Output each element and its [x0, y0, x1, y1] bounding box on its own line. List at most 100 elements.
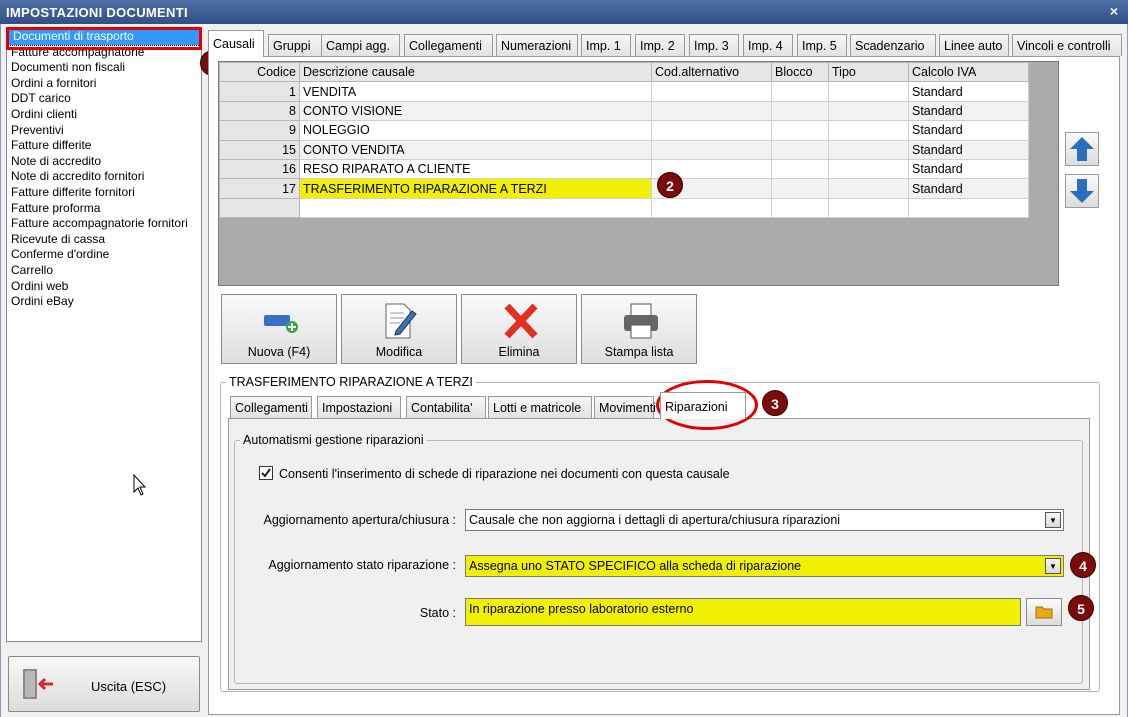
highlight-box-1 [6, 27, 202, 50]
tab-imp-4[interactable]: Imp. 4 [743, 34, 793, 56]
doc-type-item[interactable]: Fatture proforma [7, 201, 201, 217]
delete-button-label: Elimina [498, 345, 540, 359]
column-header[interactable]: Blocco [771, 61, 829, 83]
table-cell-iva: Standard [908, 120, 1029, 141]
chevron-down-icon[interactable]: ▼ [1045, 558, 1061, 574]
delete-x-icon [504, 303, 538, 339]
subtab-collegamenti[interactable]: Collegamenti [230, 396, 312, 418]
doc-type-item[interactable]: Note di accredito fornitori [7, 169, 201, 185]
arrow-up-icon [1070, 137, 1094, 161]
apertura-select[interactable]: Causale che non aggiorna i dettagli di a… [465, 509, 1064, 531]
allow-repair-cards-checkbox[interactable] [259, 466, 273, 480]
column-header[interactable]: Calcolo IVA [908, 61, 1029, 83]
tab-gruppi[interactable]: Gruppi [268, 34, 326, 56]
subtab-riparazioni[interactable]: Riparazioni [660, 392, 746, 419]
table-cell-blocco [771, 120, 829, 141]
doc-type-item[interactable]: Conferme d'ordine [7, 247, 201, 263]
chevron-down-icon[interactable]: ▼ [1045, 512, 1061, 528]
tab-causali[interactable]: Causali [208, 30, 264, 57]
doc-type-item[interactable]: Fatture differite [7, 138, 201, 154]
exit-button-label: Uscita (ESC) [91, 679, 167, 694]
tab-imp-5[interactable]: Imp. 5 [797, 34, 847, 56]
callout-5: 5 [1068, 595, 1094, 621]
table-cell-tipo [828, 100, 909, 122]
doc-type-item[interactable]: Ordini web [7, 279, 201, 295]
doc-type-item[interactable]: Fatture differite fornitori [7, 185, 201, 201]
column-header[interactable]: Tipo [828, 61, 909, 83]
table-row[interactable]: 1 VENDITA Standard [219, 81, 1029, 102]
doc-type-item[interactable]: Fatture accompagnatorie fornitori [7, 216, 201, 232]
table-cell-empty [771, 197, 829, 219]
tab-campi-agg[interactable]: Campi agg. [321, 34, 400, 56]
table-row[interactable]: 17 TRASFERIMENTO RIPARAZIONE A TERZI Stand… [219, 178, 1029, 199]
document-type-list[interactable]: Documenti di trasporto Fatture accompagna… [6, 27, 202, 642]
table-cell-codice: 15 [219, 139, 300, 160]
tab-scadenzario[interactable]: Scadenzario [850, 34, 936, 56]
table-cell-tipo [828, 158, 909, 180]
table-row[interactable]: 9 NOLEGGIO Standard [219, 120, 1029, 141]
causali-grid[interactable]: Codice Descrizione causale Cod.alternativo… [218, 61, 1059, 286]
table-row[interactable]: 8 CONTO VISIONE Standard [219, 100, 1029, 122]
move-down-button[interactable] [1065, 174, 1099, 208]
tab-imp-3[interactable]: Imp. 3 [689, 34, 739, 56]
table-row[interactable]: 15 CONTO VENDITA Standard [219, 139, 1029, 160]
doc-type-item[interactable]: Ordini a fornitori [7, 76, 201, 92]
table-cell-blocco [771, 81, 829, 102]
window-title: IMPOSTAZIONI DOCUMENTI [0, 0, 1128, 24]
edit-button[interactable]: Modifica [341, 294, 457, 364]
stato-riparazione-select[interactable]: Assegna uno STATO SPECIFICO alla scheda … [465, 555, 1064, 577]
allow-repair-cards-label: Consenti l'inserimento di schede di ripa… [279, 467, 730, 481]
table-cell-empty [828, 197, 909, 219]
exit-button[interactable]: Uscita (ESC) [8, 656, 200, 712]
subtab-lotti-e-matricole[interactable]: Lotti e matricole [488, 396, 592, 418]
table-cell-cod-alt [651, 139, 772, 160]
table-cell-codice: 17 [219, 178, 300, 199]
table-cell-iva: Standard [908, 178, 1029, 199]
table-cell-blocco [771, 178, 829, 199]
mouse-cursor-icon [133, 474, 147, 496]
tab-linee-auto[interactable]: Linee auto [939, 34, 1009, 56]
tab-numerazioni[interactable]: Numerazioni [496, 34, 578, 56]
doc-type-item[interactable]: Documenti non fiscali [7, 60, 201, 76]
doc-type-item[interactable]: Note di accredito [7, 154, 201, 170]
table-cell-blocco [771, 158, 829, 180]
new-button[interactable]: Nuova (F4) [221, 294, 337, 364]
subtab-movimenti[interactable]: Movimenti [594, 396, 656, 418]
table-cell-empty [219, 197, 300, 219]
doc-type-item[interactable]: Ordini clienti [7, 107, 201, 123]
move-up-button[interactable] [1065, 132, 1099, 166]
subtab-contabilita[interactable]: Contabilita' [406, 396, 486, 418]
apertura-select-value: Causale che non aggiorna i dettagli di a… [469, 513, 841, 527]
print-list-button[interactable]: Stampa lista [581, 294, 697, 364]
tab-imp-1[interactable]: Imp. 1 [581, 34, 631, 56]
table-cell-tipo [828, 120, 909, 141]
doc-type-item[interactable]: Ricevute di cassa [7, 232, 201, 248]
doc-type-item[interactable]: Carrello [7, 263, 201, 279]
table-cell-empty [908, 197, 1029, 219]
table-row-new[interactable] [219, 197, 1029, 219]
apertura-label: Aggiornamento apertura/chiusura : [263, 513, 456, 527]
stato-field[interactable]: In riparazione presso laboratorio estern… [465, 598, 1021, 626]
column-header[interactable]: Descrizione causale [299, 61, 652, 83]
delete-button[interactable]: Elimina [461, 294, 577, 364]
table-cell-iva: Standard [908, 100, 1029, 122]
tab-collegamenti[interactable]: Collegamenti [404, 34, 493, 56]
edit-document-icon [385, 303, 417, 339]
subtab-impostazioni[interactable]: Impostazioni [317, 396, 401, 418]
table-cell-descrizione: CONTO VISIONE [299, 100, 652, 122]
column-header[interactable]: Cod.alternativo [651, 61, 772, 83]
checkmark-icon [261, 468, 271, 478]
tab-imp-2[interactable]: Imp. 2 [635, 34, 685, 56]
table-row[interactable]: 16 RESO RIPARATO A CLIENTE Standard [219, 158, 1029, 180]
column-header[interactable]: Codice [219, 61, 300, 83]
table-cell-iva: Standard [908, 158, 1029, 180]
causali-table: Codice Descrizione causale Cod.alternativo… [219, 61, 1029, 219]
table-cell-descrizione: TRASFERIMENTO RIPARAZIONE A TERZI [299, 178, 652, 199]
browse-stato-button[interactable] [1026, 598, 1062, 626]
doc-type-item[interactable]: Preventivi [7, 123, 201, 139]
folder-icon [1035, 606, 1053, 619]
doc-type-item[interactable]: DDT carico [7, 91, 201, 107]
close-icon[interactable]: × [1110, 3, 1118, 19]
doc-type-item[interactable]: Ordini eBay [7, 294, 201, 310]
tab-vincoli-e-controlli[interactable]: Vincoli e controlli [1012, 34, 1122, 56]
